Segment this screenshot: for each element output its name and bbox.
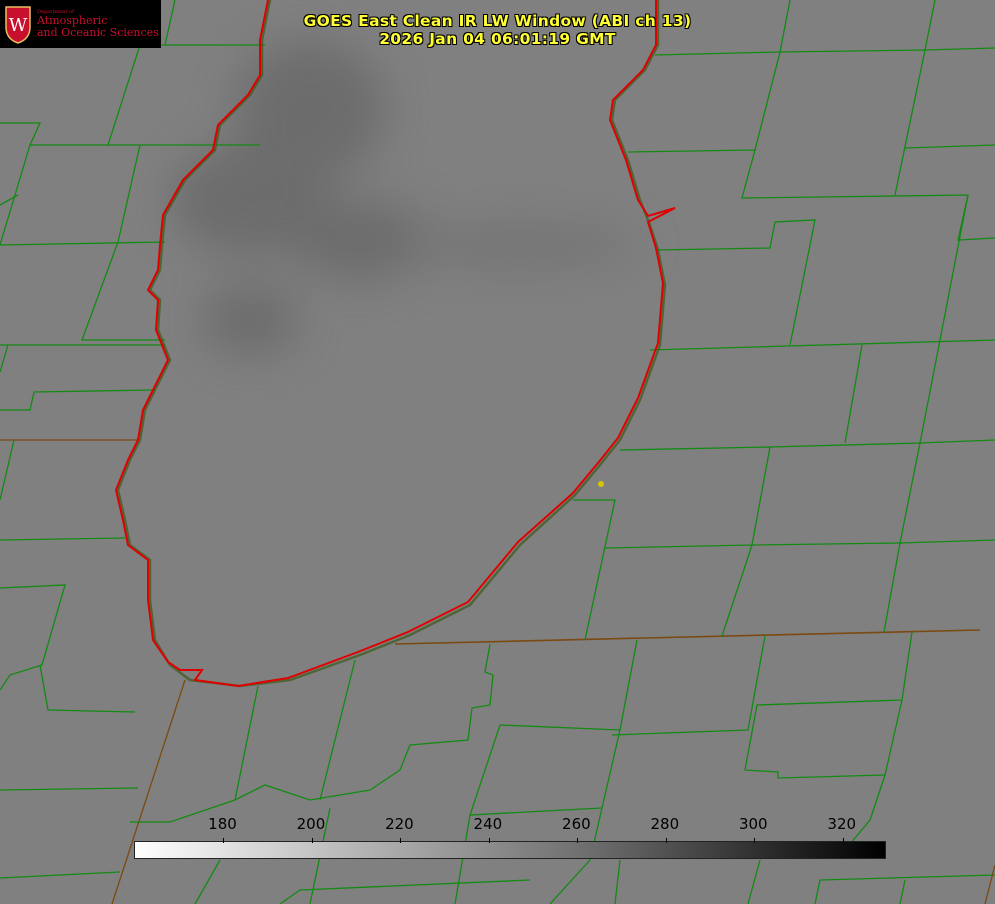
colorbar-tick-label: 280 xyxy=(650,815,680,833)
colorbar-tick-mark xyxy=(754,838,756,843)
colorbar-tick-label: 300 xyxy=(738,815,768,833)
colorbar-tick-label: 260 xyxy=(562,815,591,833)
colorbar-tick-mark xyxy=(400,838,402,843)
image-title: GOES East Clean IR LW Window (ABI ch 13)… xyxy=(0,12,995,48)
colorbar-tick-label: 220 xyxy=(385,815,414,833)
colorbar-tick-label: 180 xyxy=(208,815,237,833)
location-marker xyxy=(598,481,604,487)
colorbar-tick-label: 240 xyxy=(473,815,503,833)
colorbar-tick-mark xyxy=(665,838,667,843)
colorbar-tick-mark xyxy=(311,838,313,843)
satellite-map xyxy=(0,0,995,904)
colorbar-tick-label: 200 xyxy=(296,815,326,833)
title-product: GOES East Clean IR LW Window (ABI ch 13) xyxy=(303,12,692,30)
colorbar-tick-mark xyxy=(842,838,844,843)
title-timestamp: 2026 Jan 04 06:01:19 GMT xyxy=(379,30,616,48)
colorbar-labels: 180 200 220 240 260 280 300 320 xyxy=(0,815,995,835)
colorbar-tick-mark xyxy=(488,838,490,843)
colorbar-tick-mark xyxy=(223,838,225,843)
colorbar-tick-mark xyxy=(577,838,579,843)
map-background xyxy=(0,0,995,904)
temperature-colorbar xyxy=(134,838,886,859)
colorbar-tick-label: 320 xyxy=(827,815,857,833)
